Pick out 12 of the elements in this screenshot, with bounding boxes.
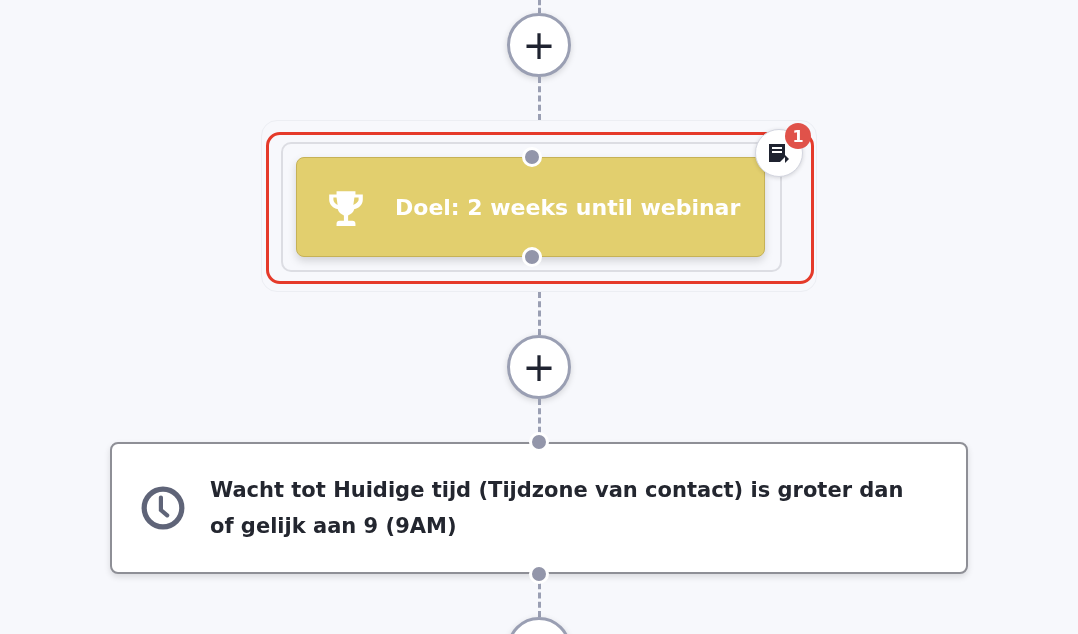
- wait-card[interactable]: Wacht tot Huidige tijd (Tijdzone van contact) is groter dan of gelijk aan 9 (9AM): [110, 442, 968, 574]
- goal-label: Doel: 2 weeks until webinar: [395, 194, 741, 220]
- count-badge: 1: [785, 123, 811, 149]
- add-step-button[interactable]: +: [507, 13, 571, 77]
- connector-dot: [521, 147, 542, 167]
- clock-icon: [140, 485, 186, 531]
- connector-dot: [529, 432, 549, 452]
- note-icon: [767, 141, 791, 165]
- connector-line: [537, 77, 541, 120]
- add-step-button[interactable]: +: [507, 335, 571, 399]
- connector-dot: [529, 564, 549, 584]
- wait-label: Wacht tot Huidige tijd (Tijdzone van contact) is groter dan of gelijk aan 9 (9AM): [210, 477, 905, 540]
